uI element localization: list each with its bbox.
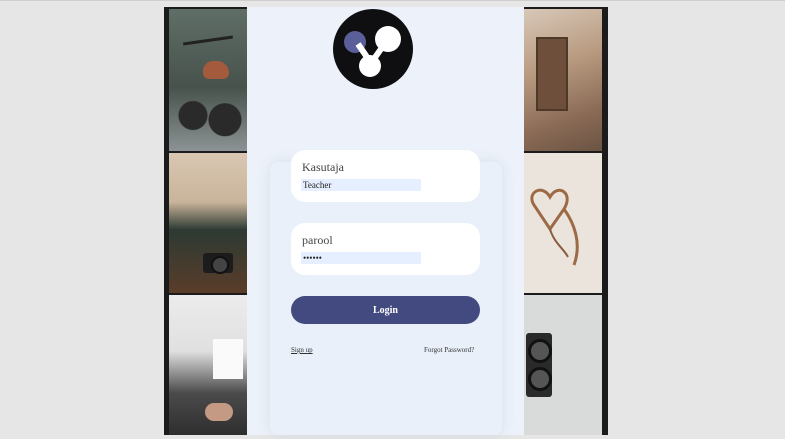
login-button[interactable]: Login — [291, 296, 480, 324]
molecule-logo-icon — [333, 9, 413, 89]
password-label: parool — [302, 233, 333, 247]
camera-on-table-photo — [169, 153, 249, 293]
motorcycle-photo — [169, 9, 249, 151]
old-wall-door-photo — [524, 9, 602, 151]
login-page-frame: Kasutaja parool Login Sign up Forgot Pas… — [164, 7, 608, 435]
username-input[interactable] — [301, 179, 421, 191]
sign-up-link[interactable]: Sign up — [291, 346, 313, 354]
username-label: Kasutaja — [302, 160, 344, 174]
forgot-password-link[interactable]: Forgot Password? — [424, 346, 474, 354]
password-input[interactable] — [301, 252, 421, 264]
heart-strap-photo — [524, 153, 602, 293]
login-panel: Kasutaja parool Login Sign up Forgot Pas… — [247, 7, 524, 435]
top-divider — [0, 0, 785, 1]
username-field: Kasutaja — [291, 150, 480, 202]
typewriter-photo — [169, 295, 249, 435]
vintage-camera-photo — [524, 295, 602, 435]
password-field: parool — [291, 223, 480, 275]
